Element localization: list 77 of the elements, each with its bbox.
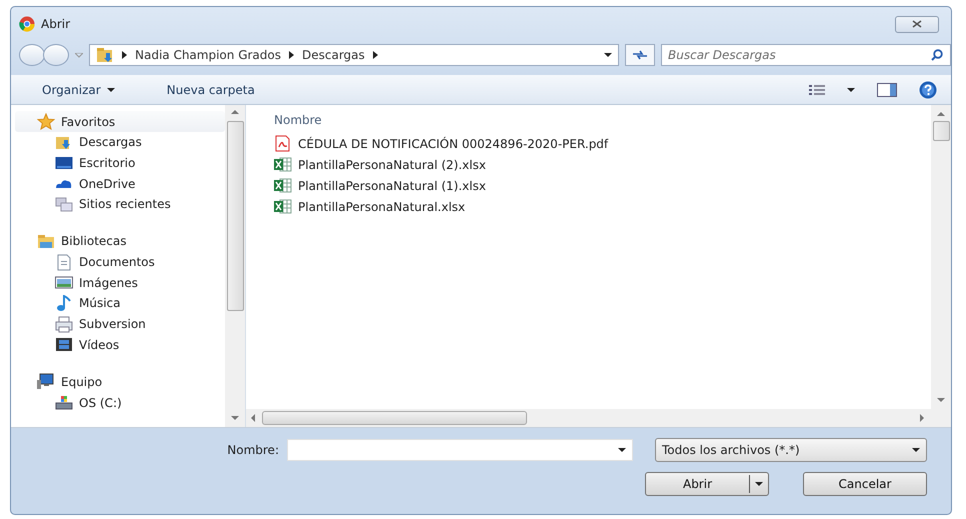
sidebar-item[interactable]: Imágenes <box>15 272 225 294</box>
sidebar-item[interactable]: Escritorio <box>15 152 225 174</box>
organize-menu[interactable]: Organizar <box>41 80 116 100</box>
help-icon[interactable] <box>919 80 937 98</box>
sidebar-item[interactable]: Música <box>15 293 225 314</box>
sidebar-item[interactable]: Subversion <box>15 314 225 334</box>
sidebar-item[interactable]: Favoritos <box>15 111 225 132</box>
close-icon <box>912 20 922 28</box>
sidebar-item[interactable]: Sitios recientes <box>15 194 225 215</box>
file-type-dropdown[interactable]: Todos los archivos (*.*) <box>655 438 927 462</box>
column-header[interactable]: Nombre <box>246 105 931 133</box>
cancel-button[interactable]: Cancelar <box>803 472 927 496</box>
sidebar-item[interactable]: Equipo <box>15 371 225 392</box>
spreadsheet-icon <box>274 156 292 173</box>
desktop-icon <box>55 154 73 172</box>
library-icon <box>37 232 55 250</box>
caret-icon <box>106 88 115 92</box>
file-item[interactable]: PlantillaPersonaNatural (2).xlsx <box>246 154 931 175</box>
file-item[interactable]: CÉDULA DE NOTIFICACIÓN 00024896-2020-PER.pdf <box>246 133 931 154</box>
pdf-icon <box>274 135 292 152</box>
document-icon <box>55 254 73 271</box>
chrome-icon <box>19 16 35 32</box>
scroll-arrow-icon[interactable] <box>231 415 239 421</box>
scrollbar[interactable] <box>225 105 245 427</box>
scrollbar[interactable] <box>246 409 951 427</box>
chevron-icon[interactable] <box>122 51 127 59</box>
filename-field[interactable] <box>287 439 633 461</box>
refresh-button[interactable] <box>625 44 655 66</box>
chevron-icon[interactable] <box>372 51 378 59</box>
sidebar-item[interactable]: Bibliotecas <box>15 230 225 252</box>
back-button[interactable] <box>19 44 45 66</box>
chevron-icon[interactable] <box>289 51 294 59</box>
sidebar-item[interactable]: Vídeos <box>15 334 225 356</box>
scroll-arrow-icon[interactable] <box>250 414 256 422</box>
scroll-thumb[interactable] <box>262 411 527 425</box>
dropdown-icon[interactable] <box>618 448 626 452</box>
file-item[interactable]: PlantillaPersonaNatural (1).xlsx <box>246 175 931 196</box>
scroll-arrow-icon[interactable] <box>231 109 239 115</box>
spreadsheet-icon <box>274 177 292 194</box>
scroll-thumb[interactable] <box>226 121 244 311</box>
caret-icon[interactable] <box>847 88 855 92</box>
spreadsheet-icon <box>274 198 292 215</box>
open-button[interactable]: Abrir <box>645 472 769 496</box>
view-list-icon[interactable] <box>809 84 825 94</box>
new-folder-button[interactable]: Nueva carpeta <box>166 80 256 100</box>
recent-places-icon <box>55 196 73 213</box>
sidebar-item[interactable]: OS (C:) <box>15 392 225 413</box>
address-bar[interactable]: Nadia Champion Grados Descargas <box>89 44 619 66</box>
dropdown-icon[interactable] <box>604 52 612 58</box>
scroll-thumb[interactable] <box>932 121 950 141</box>
star-icon <box>37 113 55 130</box>
printer-icon <box>55 316 73 333</box>
dropdown-icon <box>912 448 920 452</box>
window-title: Abrir <box>41 16 70 33</box>
scrollbar[interactable] <box>931 105 951 409</box>
sidebar-item[interactable]: OneDrive <box>15 173 225 194</box>
film-icon <box>55 336 73 354</box>
image-icon <box>55 274 73 292</box>
folder-icon <box>96 47 114 63</box>
refresh-icon <box>632 50 648 60</box>
scroll-arrow-icon[interactable] <box>937 111 945 117</box>
sidebar-item[interactable]: Descargas <box>15 132 225 153</box>
caret-icon <box>755 482 763 486</box>
filename-label: Nombre: <box>227 442 279 459</box>
sidebar-item[interactable]: Documentos <box>15 252 225 272</box>
computer-icon <box>37 373 55 390</box>
breadcrumb[interactable]: Nadia Champion Grados <box>135 46 281 64</box>
scroll-arrow-icon[interactable] <box>919 414 925 422</box>
file-item[interactable]: PlantillaPersonaNatural.xlsx <box>246 196 931 217</box>
hard-drive-icon <box>55 394 73 412</box>
breadcrumb[interactable]: Descargas <box>302 46 365 64</box>
music-note-icon <box>55 294 73 312</box>
search-field[interactable]: Buscar Descargas <box>661 44 951 66</box>
preview-pane-icon[interactable] <box>877 82 897 96</box>
scroll-arrow-icon[interactable] <box>937 397 945 403</box>
forward-button[interactable] <box>43 44 69 66</box>
close-button[interactable] <box>895 16 939 32</box>
